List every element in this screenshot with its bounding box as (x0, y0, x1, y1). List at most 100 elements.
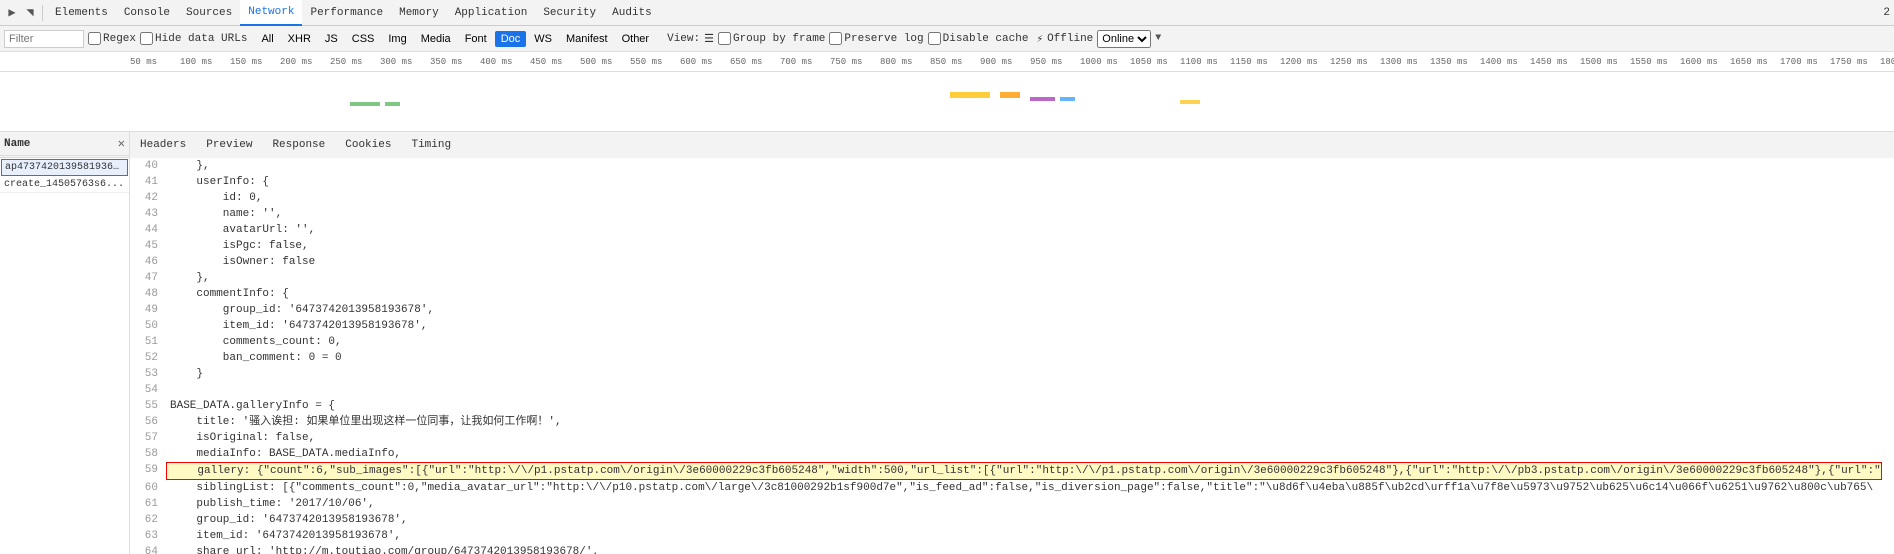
code-line: 61 publish_time: '2017/10/06', (130, 496, 1894, 512)
disable-cache-label[interactable]: Disable cache (928, 32, 1029, 45)
hide-data-urls-checkbox[interactable] (140, 32, 153, 45)
timeline-label: 1150 ms (1230, 57, 1280, 67)
filter-ws[interactable]: WS (528, 31, 558, 47)
line-content: } (166, 366, 203, 382)
tab-cookies[interactable]: Cookies (335, 132, 401, 158)
line-number: 48 (130, 286, 166, 302)
offline-label[interactable]: Offline (1047, 33, 1093, 45)
tab-preview[interactable]: Preview (196, 132, 262, 158)
code-line: 47 }, (130, 270, 1894, 286)
timeline-label: 300 ms (380, 57, 430, 67)
graph-area (130, 72, 1894, 132)
line-number: 56 (130, 414, 166, 430)
timeline-label: 850 ms (930, 57, 980, 67)
timeline-label: 1200 ms (1280, 57, 1330, 67)
tab-sources[interactable]: Sources (178, 0, 240, 26)
filter-css[interactable]: CSS (346, 31, 381, 47)
tab-memory[interactable]: Memory (391, 0, 447, 26)
timeline-graph (0, 72, 1894, 132)
filter-xhr[interactable]: XHR (282, 31, 317, 47)
line-number: 52 (130, 350, 166, 366)
line-number: 46 (130, 254, 166, 270)
timeline-label: 750 ms (830, 57, 880, 67)
line-number: 64 (130, 544, 166, 554)
inspect-icon[interactable]: ▶ (4, 5, 20, 21)
timeline-label: 250 ms (330, 57, 380, 67)
line-number: 42 (130, 190, 166, 206)
line-content: userInfo: { (166, 174, 269, 190)
view-icon[interactable]: ☰ (704, 32, 714, 46)
tab-timing[interactable]: Timing (401, 132, 461, 158)
line-number: 60 (130, 480, 166, 496)
filter-font[interactable]: Font (459, 31, 493, 47)
tab-performance[interactable]: Performance (302, 0, 391, 26)
timeline-label: 900 ms (980, 57, 1030, 67)
line-number: 58 (130, 446, 166, 462)
filter-media[interactable]: Media (415, 31, 457, 47)
tab-console[interactable]: Console (116, 0, 178, 26)
line-content: group_id: '6473742013958193678', (166, 512, 408, 528)
line-content: commentInfo: { (166, 286, 289, 302)
line-content: comments_count: 0, (166, 334, 342, 350)
line-number: 53 (130, 366, 166, 382)
code-line: 44 avatarUrl: '', (130, 222, 1894, 238)
preserve-log-area: View: ☰ Group by frame Preserve log Disa… (667, 30, 1161, 48)
line-number: 51 (130, 334, 166, 350)
timeline-label: 1650 ms (1730, 57, 1780, 67)
code-line: 43 name: '', (130, 206, 1894, 222)
lower-area: Name ✕ Headers Preview Response Cookies … (0, 132, 1894, 554)
code-line: 64 share_url: 'http://m.toutiao.com/grou… (130, 544, 1894, 554)
filter-img[interactable]: Img (382, 31, 412, 47)
filter-other[interactable]: Other (616, 31, 656, 47)
tab-audits[interactable]: Audits (604, 0, 660, 26)
hide-data-urls-label[interactable]: Hide data URLs (140, 32, 247, 45)
regex-checkbox-label[interactable]: Regex (88, 32, 136, 45)
preserve-log-checkbox[interactable] (829, 32, 842, 45)
timeline-label: 150 ms (230, 57, 280, 67)
name-header-text: Name (4, 138, 30, 150)
tab-response[interactable]: Response (262, 132, 335, 158)
preserve-log-label[interactable]: Preserve log (829, 32, 923, 45)
line-content: item_id: '6473742013958193678', (166, 528, 401, 544)
filter-js[interactable]: JS (319, 31, 344, 47)
line-number: 55 (130, 398, 166, 414)
group-by-frame-checkbox[interactable] (718, 32, 731, 45)
line-content: isPgc: false, (166, 238, 309, 254)
group-by-frame-label[interactable]: Group by frame (718, 32, 825, 45)
filter-all[interactable]: All (255, 31, 279, 47)
line-number: 63 (130, 528, 166, 544)
panels: ap4737420139581936... create_14505763s6.… (0, 158, 1894, 554)
main-area: 40 },41 userInfo: {42 id: 0,43 name: '',… (130, 158, 1894, 554)
close-icon[interactable]: ✕ (118, 136, 125, 151)
tab-network[interactable]: Network (240, 0, 302, 26)
offline-icon[interactable]: ⚡ (1036, 32, 1043, 46)
tab-headers[interactable]: Headers (130, 132, 196, 158)
tab-application[interactable]: Application (447, 0, 536, 26)
filter-input[interactable] (4, 30, 84, 48)
timeline-label: 1750 ms (1830, 57, 1880, 67)
tab-security[interactable]: Security (535, 0, 604, 26)
device-icon[interactable]: ◥ (22, 5, 38, 21)
timeline-label: 1000 ms (1080, 57, 1130, 67)
timeline-label: 1550 ms (1630, 57, 1680, 67)
filter-manifest[interactable]: Manifest (560, 31, 614, 47)
online-select[interactable]: Online (1097, 30, 1151, 48)
code-line: 40 }, (130, 158, 1894, 174)
request-item-0[interactable]: ap4737420139581936... (1, 159, 128, 176)
code-panel[interactable]: 40 },41 userInfo: {42 id: 0,43 name: '',… (130, 158, 1894, 554)
line-number: 47 (130, 270, 166, 286)
code-line: 62 group_id: '6473742013958193678', (130, 512, 1894, 528)
line-content: siblingList: [{"comments_count":0,"media… (166, 480, 1873, 496)
tab-elements[interactable]: Elements (47, 0, 116, 26)
filter-doc[interactable]: Doc (495, 31, 527, 47)
count-badge: 2 (1883, 7, 1890, 19)
disable-cache-checkbox[interactable] (928, 32, 941, 45)
line-number: 61 (130, 496, 166, 512)
code-line: 59 gallery: {"count":6,"sub_images":[{"u… (130, 462, 1894, 480)
regex-checkbox[interactable] (88, 32, 101, 45)
line-content: share_url: 'http://m.toutiao.com/group/6… (166, 544, 599, 554)
line-content: isOriginal: false, (166, 430, 315, 446)
line-content: title: '骚入诶担: 如果单位里出现这样一位同事，让我如何工作啊！', (166, 414, 562, 430)
line-number: 62 (130, 512, 166, 528)
request-item-1[interactable]: create_14505763s6... (0, 177, 129, 193)
